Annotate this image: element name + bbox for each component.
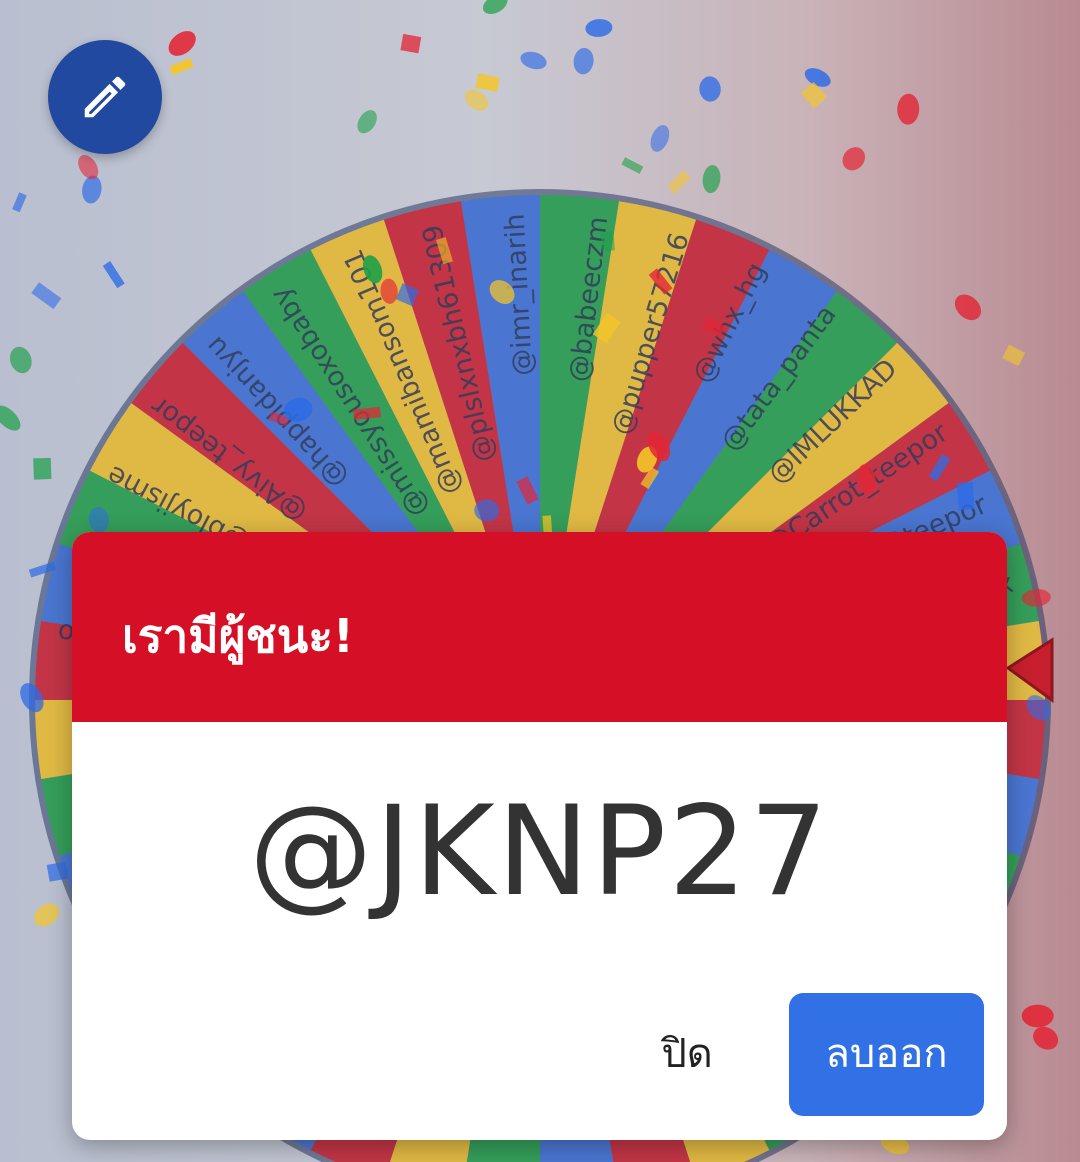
confetti-piece bbox=[520, 51, 547, 70]
confetti-piece bbox=[482, 0, 508, 15]
confetti-piece bbox=[702, 165, 721, 194]
confetti-piece bbox=[667, 170, 691, 194]
confetti-piece bbox=[573, 47, 594, 75]
confetti-piece bbox=[621, 157, 644, 174]
confetti-piece bbox=[954, 294, 982, 321]
winner-name: @JKNP27 bbox=[248, 780, 831, 924]
confetti-piece bbox=[0, 405, 21, 431]
dialog-header: เรามีผู้ชนะ! bbox=[72, 532, 1007, 722]
confetti-piece bbox=[9, 346, 32, 374]
confetti-piece bbox=[585, 19, 613, 37]
remove-button[interactable]: ลบออก bbox=[789, 993, 984, 1116]
confetti-piece bbox=[956, 481, 975, 511]
confetti-piece bbox=[357, 110, 377, 134]
dialog-title: เรามีผู้ชนะ! bbox=[122, 609, 354, 663]
confetti-piece bbox=[650, 125, 670, 152]
confetti-piece bbox=[400, 33, 422, 54]
confetti-piece bbox=[600, 231, 615, 252]
confetti-piece bbox=[34, 903, 60, 927]
confetti-piece bbox=[33, 457, 52, 480]
confetti-piece bbox=[1002, 344, 1026, 367]
close-button[interactable]: ปิด bbox=[612, 1020, 762, 1088]
confetti-piece bbox=[842, 147, 866, 171]
confetti-piece bbox=[699, 76, 721, 102]
pencil-icon bbox=[84, 76, 126, 118]
confetti-piece bbox=[168, 31, 196, 56]
confetti-piece bbox=[475, 73, 500, 92]
winner-dialog: เรามีผู้ชนะ! @JKNP27 ปิด ลบออก bbox=[72, 532, 1007, 1140]
confetti-piece bbox=[46, 861, 69, 882]
confetti-piece bbox=[12, 192, 27, 213]
confetti-piece bbox=[897, 93, 920, 125]
confetti-piece bbox=[31, 282, 62, 310]
edit-button[interactable] bbox=[48, 40, 162, 154]
confetti-piece bbox=[102, 261, 125, 289]
confetti-piece bbox=[1021, 1004, 1054, 1028]
confetti-piece bbox=[169, 58, 194, 76]
